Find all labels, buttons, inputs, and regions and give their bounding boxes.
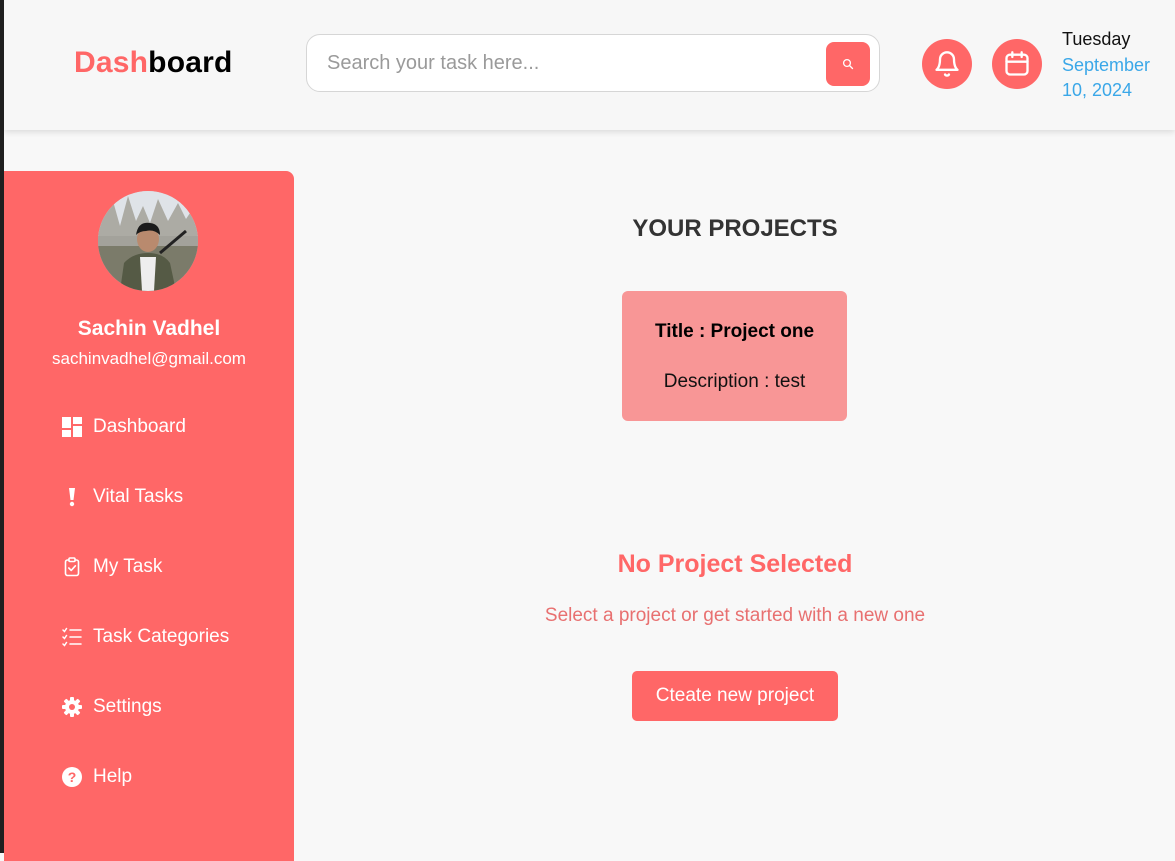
project-card[interactable]: Title : Project one Description : test (622, 291, 847, 421)
search-icon (842, 58, 854, 70)
search-input[interactable] (307, 35, 817, 91)
search-bar (306, 34, 880, 92)
sidebar-item-label: Dashboard (93, 416, 186, 437)
project-description: Description : test (663, 371, 806, 392)
user-email: sachinvadhel@gmail.com (52, 349, 246, 368)
sidebar-item-my-task[interactable]: My Task (62, 552, 162, 582)
create-project-button[interactable]: Cteate new project (632, 671, 838, 721)
calendar-button[interactable] (992, 39, 1042, 89)
avatar (98, 191, 198, 291)
calendar-icon (1005, 51, 1029, 76)
sidebar-item-vital-tasks[interactable]: Vital Tasks (62, 482, 183, 512)
svg-text:?: ? (68, 769, 77, 785)
sidebar-item-label: Task Categories (93, 626, 230, 647)
exclamation-icon (62, 486, 82, 508)
logo-part-dash: Dash (74, 46, 149, 79)
sidebar-item-label: Help (93, 766, 133, 787)
current-day: Tuesday (1062, 29, 1131, 49)
sidebar: Sachin Vadhel sachinvadhel@gmail.com Das… (4, 171, 294, 861)
sidebar-item-label: Settings (93, 696, 162, 717)
window-edge (0, 0, 4, 853)
search-button[interactable] (826, 42, 870, 86)
user-name: Sachin Vadhel (77, 317, 221, 340)
sidebar-item-task-categories[interactable]: Task Categories (62, 622, 229, 652)
app-logo[interactable]: Dashboard (74, 46, 233, 80)
list-icon (62, 626, 82, 648)
empty-state-title: No Project Selected (617, 550, 853, 578)
sidebar-item-label: Vital Tasks (93, 486, 184, 507)
sidebar-item-settings[interactable]: Settings (62, 692, 162, 722)
sidebar-item-dashboard[interactable]: Dashboard (62, 412, 186, 442)
project-title: Title : Project one (654, 321, 815, 342)
empty-state-subtitle: Select a project or get started with a n… (544, 605, 926, 626)
sidebar-item-label: My Task (93, 556, 163, 577)
current-date: September 10, 2024 (1062, 55, 1151, 100)
notification-button[interactable] (922, 39, 972, 89)
gear-icon (62, 696, 82, 718)
projects-title: YOUR PROJECTS (632, 215, 838, 242)
help-icon: ? (62, 766, 82, 788)
clipboard-check-icon (62, 556, 82, 578)
sidebar-item-help[interactable]: ? Help (62, 762, 132, 792)
top-header: Dashboard Tuesday September 10, 2024 (4, 0, 1175, 130)
logo-part-board: board (148, 46, 233, 79)
dashboard-icon (62, 416, 82, 438)
bell-icon (935, 51, 959, 77)
